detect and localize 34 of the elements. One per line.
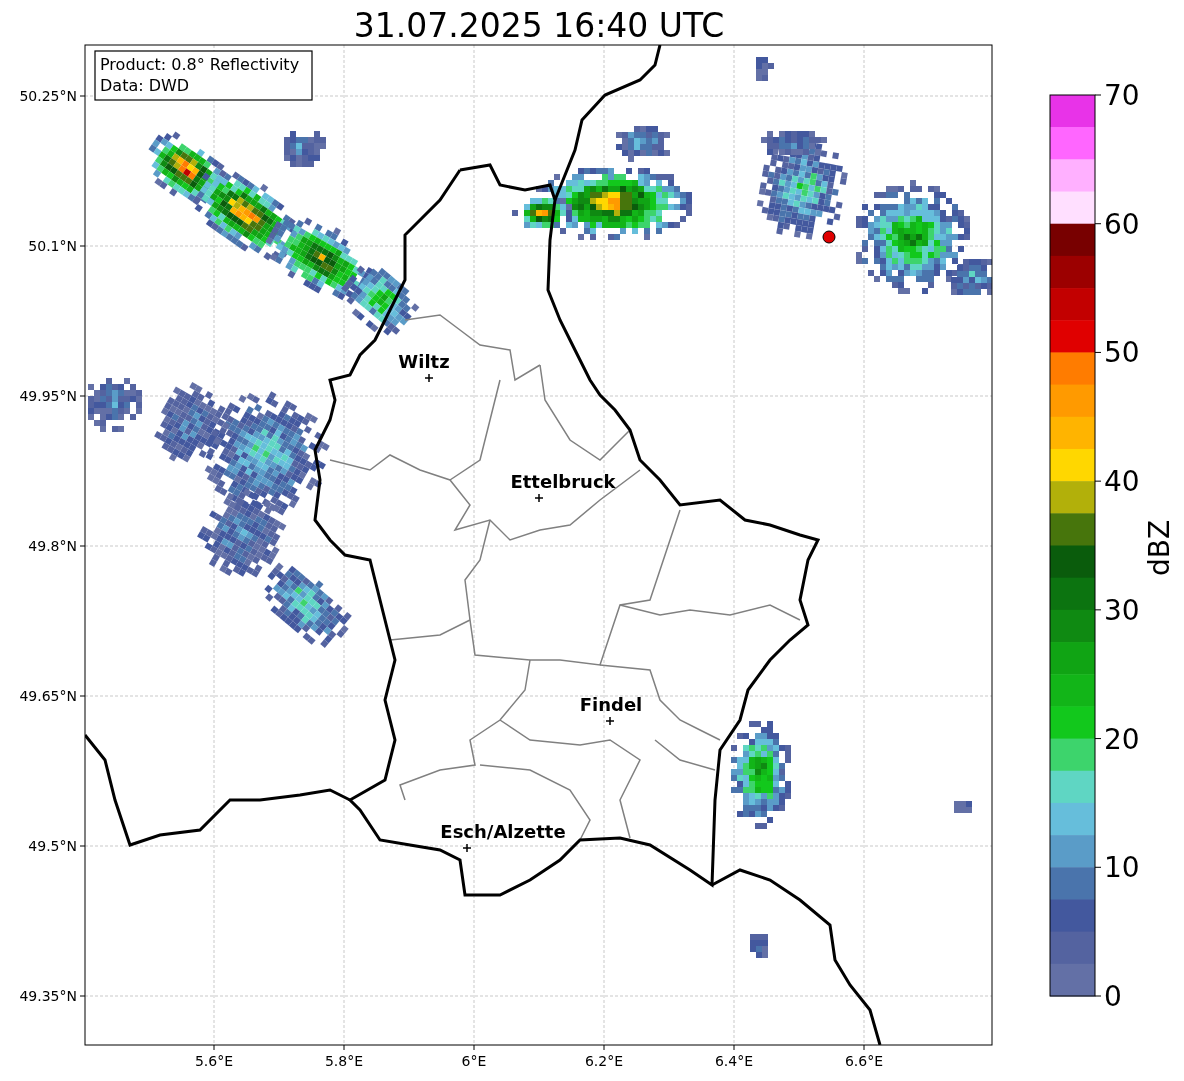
- city-marker-icon: [462, 843, 472, 853]
- axis-tick-label: 6°E: [461, 1053, 487, 1069]
- axis-tick-label: 6.6°E: [844, 1053, 884, 1069]
- axis-tick-label: 49.8°N: [28, 538, 77, 554]
- colorbar-tick-label: 40: [1104, 465, 1140, 499]
- point-marker-icon: [822, 230, 836, 244]
- axis-tick-label: 6.4°E: [714, 1053, 754, 1069]
- city-marker-icon: [424, 373, 434, 383]
- axis-tick-label: 49.95°N: [19, 388, 77, 404]
- axis-tick-label: 49.65°N: [19, 688, 77, 704]
- axis-tick-label: 5.8°E: [324, 1053, 364, 1069]
- colorbar-tick-label: 50: [1104, 336, 1140, 370]
- colorbar-tick-label: 30: [1104, 593, 1140, 627]
- chart-title: 31.07.2025 16:40 UTC: [353, 6, 725, 45]
- colorbar-tick-label: 10: [1104, 851, 1140, 885]
- info-text: Data: DWD: [100, 76, 190, 95]
- axis-tick-label: 6.2°E: [584, 1053, 624, 1069]
- city-label: Ettelbruck: [510, 471, 616, 492]
- axis-tick-label: 49.35°N: [19, 988, 77, 1004]
- axis-tick-label: 50.1°N: [28, 238, 77, 254]
- colorbar-label: dBZ: [1143, 519, 1176, 577]
- colorbar-tick-label: 70: [1104, 79, 1140, 112]
- city-marker-icon: [605, 716, 615, 726]
- city-label: Findel: [579, 694, 643, 715]
- info-text: Product: 0.8° Reflectivity: [100, 55, 300, 74]
- colorbar-tick-label: 20: [1104, 722, 1140, 756]
- city-label: Wiltz: [398, 351, 450, 372]
- axis-tick-label: 49.5°N: [28, 838, 77, 854]
- colorbar-tick-label: 60: [1104, 207, 1140, 241]
- colorbar-tick-label: 0: [1104, 980, 1122, 1013]
- city-label: Esch/Alzette: [440, 821, 566, 842]
- axis-tick-label: 5.6°E: [194, 1053, 234, 1069]
- city-marker-icon: [534, 493, 544, 503]
- axis-tick-label: 50.25°N: [19, 88, 77, 104]
